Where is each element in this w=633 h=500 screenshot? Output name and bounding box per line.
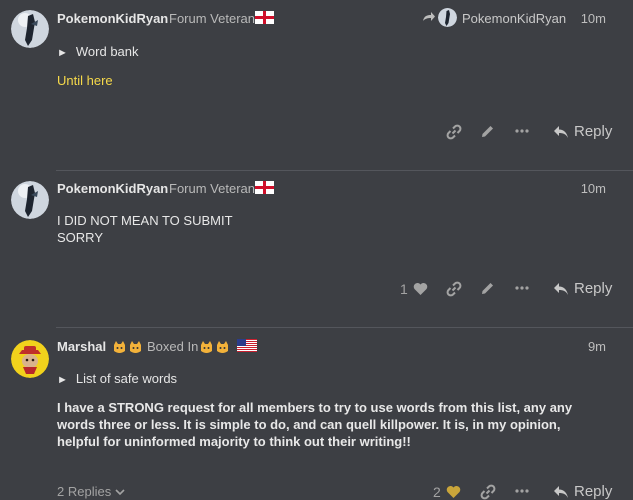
england-flag-icon <box>255 11 274 24</box>
post-time[interactable]: 10m <box>581 181 606 196</box>
details-summary: List of safe words <box>75 371 178 386</box>
reply-label: Reply <box>574 280 613 297</box>
like-count: 2 <box>433 484 441 500</box>
reply-label: Reply <box>574 123 613 140</box>
reply-to-avatar[interactable] <box>438 8 457 27</box>
reply-to-arrow-icon[interactable] <box>422 10 435 28</box>
reply-button[interactable]: Reply <box>553 123 612 140</box>
reply-to-username[interactable]: PokemonKidRyan <box>462 11 566 26</box>
avatar[interactable] <box>11 181 49 219</box>
post-body-line-1: I DID NOT MEAN TO SUBMIT <box>57 213 233 228</box>
more-options-icon[interactable] <box>514 123 530 139</box>
details-word-bank[interactable]: ► Word bank <box>57 44 139 59</box>
more-options-icon[interactable] <box>514 280 530 296</box>
chevron-down-icon <box>115 488 125 495</box>
copy-link-icon[interactable] <box>446 281 462 297</box>
post-body: I have a STRONG request for all members … <box>57 399 597 450</box>
reply-arrow-icon <box>554 282 568 295</box>
avatar[interactable] <box>11 340 49 378</box>
user-title: Forum Veteran <box>169 11 255 26</box>
edit-pencil-icon[interactable] <box>480 124 495 139</box>
details-safe-words[interactable]: ► List of safe words <box>57 371 177 386</box>
reply-label: Reply <box>574 483 613 500</box>
username[interactable]: PokemonKidRyan <box>57 11 168 26</box>
cat-emoji-icon <box>129 339 142 357</box>
post-2: PokemonKidRyan Forum Veteran 10m I DID N… <box>0 171 633 327</box>
expand-triangle-icon: ► <box>57 374 68 386</box>
england-flag-icon <box>255 181 274 194</box>
avatar[interactable] <box>11 10 49 48</box>
expand-triangle-icon: ► <box>57 47 68 59</box>
cat-emoji-icon <box>200 339 213 357</box>
body-text-pre: I have a <box>57 400 109 415</box>
replies-label: 2 Replies <box>57 484 112 499</box>
post-time[interactable]: 9m <box>588 339 606 354</box>
user-title: Forum Veteran <box>169 181 255 196</box>
reply-arrow-icon <box>554 485 568 498</box>
like-button[interactable]: 2 <box>433 484 461 500</box>
like-count: 1 <box>400 281 408 297</box>
like-button[interactable]: 1 <box>400 281 428 297</box>
reply-button[interactable]: Reply <box>553 280 612 297</box>
cat-emoji-icon <box>216 339 229 357</box>
replies-toggle-button[interactable]: 2 Replies <box>57 484 125 499</box>
us-flag-icon <box>237 339 257 352</box>
cat-emoji-icon <box>113 339 126 357</box>
more-options-icon[interactable] <box>514 483 530 499</box>
post-time[interactable]: 10m <box>581 11 606 26</box>
user-title: Boxed In <box>147 339 199 354</box>
copy-link-icon[interactable] <box>446 124 462 140</box>
username[interactable]: Marshal <box>57 339 106 354</box>
edit-pencil-icon[interactable] <box>480 281 495 296</box>
reply-arrow-icon <box>554 125 568 138</box>
post-3: Marshal Boxed In 9m ► List of safe words … <box>0 328 633 500</box>
username[interactable]: PokemonKidRyan <box>57 181 168 196</box>
post-body-line-2: SORRY <box>57 230 103 245</box>
details-summary: Word bank <box>75 44 139 59</box>
heart-icon <box>413 283 428 295</box>
post-1: PokemonKidRyan Forum Veteran PokemonKidR… <box>0 0 633 170</box>
yellow-text: Until here <box>57 73 113 88</box>
heart-icon <box>446 486 461 498</box>
reply-button[interactable]: Reply <box>553 483 612 500</box>
copy-link-icon[interactable] <box>480 484 496 500</box>
body-text-strong: STRONG <box>108 400 164 415</box>
